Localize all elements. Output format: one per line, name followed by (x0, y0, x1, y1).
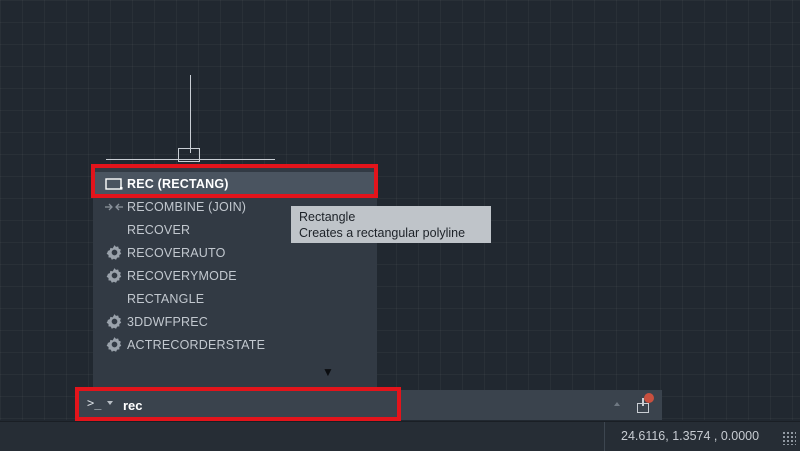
autocomplete-item-recoverymode[interactable]: RECOVERYMODE (93, 264, 377, 287)
coordinates-panel[interactable]: 24.6116, 1.3574 , 0.0000 (604, 422, 778, 451)
chevron-up-icon[interactable] (614, 402, 620, 406)
autocomplete-item-label: 3DDWFPREC (127, 314, 208, 329)
command-input[interactable] (123, 395, 383, 415)
customize-icon[interactable] (635, 393, 655, 415)
autocomplete-item-3ddwfprec[interactable]: 3DDWFPREC (93, 310, 377, 333)
crosshair-vertical-line (190, 75, 191, 153)
autocomplete-item-label: RECOVERYMODE (127, 268, 237, 283)
chevron-down-icon[interactable] (107, 401, 113, 405)
autocomplete-item-actrecorderstate[interactable]: ACTRECORDERSTATE (93, 333, 377, 356)
gear-icon (103, 244, 125, 262)
join-icon (103, 198, 125, 216)
gear-icon (103, 267, 125, 285)
tooltip-description: Creates a rectangular polyline (299, 226, 466, 240)
command-prompt-icon[interactable]: >_ (87, 396, 101, 410)
grip-dots-icon[interactable] (782, 431, 796, 445)
rectangle-icon (103, 175, 125, 193)
command-autocomplete-list: REC (RECTANG) RECOMBINE (JOIN) RECOVER R… (93, 166, 377, 388)
status-bar: 24.6116, 1.3574 , 0.0000 (0, 421, 800, 451)
autocomplete-item-rectangle[interactable]: RECTANGLE (93, 287, 377, 310)
autocomplete-item-label: RECOVER (127, 222, 191, 237)
autocomplete-item-rec-rectang[interactable]: REC (RECTANG) (93, 172, 377, 195)
cursor-pickbox (178, 148, 200, 162)
autocomplete-item-label: ACTRECORDERSTATE (127, 337, 266, 352)
autocomplete-item-label: RECTANGLE (127, 291, 205, 306)
command-line-bar: >_ (77, 390, 662, 420)
coordinates-readout: 24.6116, 1.3574 , 0.0000 (621, 429, 760, 443)
tooltip-title: Rectangle (299, 210, 356, 224)
autocomplete-item-label: RECOVERAUTO (127, 245, 226, 260)
autocomplete-item-recoverauto[interactable]: RECOVERAUTO (93, 241, 377, 264)
gear-icon (103, 313, 125, 331)
autocomplete-item-label: RECOMBINE (JOIN) (127, 199, 247, 214)
autocomplete-item-label: REC (RECTANG) (127, 176, 229, 191)
gear-icon (103, 336, 125, 354)
scroll-more-arrow-icon[interactable]: ▼ (322, 365, 334, 379)
command-tooltip: Rectangle Creates a rectangular polyline (291, 206, 491, 243)
